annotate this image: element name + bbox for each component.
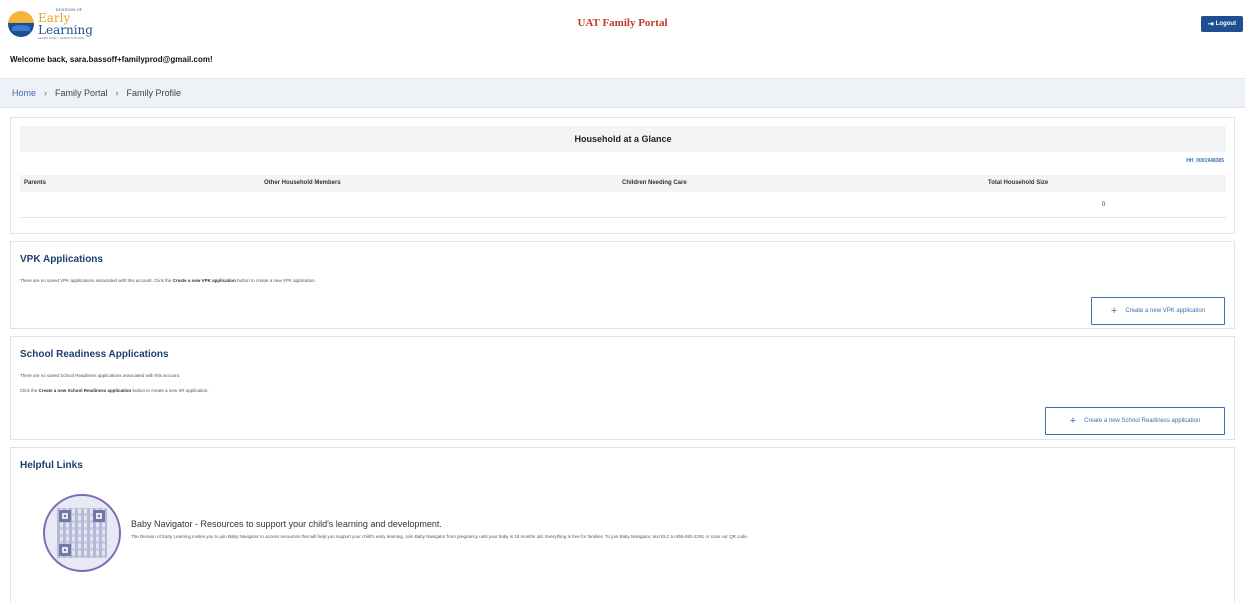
portal-title: UAT Family Portal	[577, 17, 668, 29]
plus-icon: +	[1110, 305, 1118, 317]
create-school-readiness-label: Create a new School Readiness applicatio…	[1084, 418, 1201, 424]
column-children-needing-care: Children Needing Care	[622, 180, 687, 186]
create-vpk-label: Create a new VPK application	[1125, 308, 1206, 314]
value-total-household-size: 0	[1102, 202, 1106, 208]
welcome-message: Welcome back, sara.bassoff+familyprod@gm…	[10, 55, 213, 64]
school-readiness-panel: School Readiness Applications There are …	[10, 336, 1235, 440]
baby-navigator-qr-code	[43, 494, 121, 572]
baby-navigator-description: The Division of Early Learning invites y…	[131, 534, 749, 539]
household-table: Parents Other Household Members Children…	[20, 175, 1226, 218]
household-panel: Household at a Glance HH_0001948385 Pare…	[10, 117, 1235, 234]
column-parents: Parents	[24, 180, 47, 186]
vpk-panel: VPK Applications There are no saved VPK …	[10, 241, 1235, 329]
create-vpk-button[interactable]: + Create a new VPK application	[1091, 297, 1225, 325]
helpful-links-panel: Helpful Links Baby Navigator - Resources…	[10, 447, 1235, 602]
breadcrumb: Home › Family Portal › Family Profile	[0, 78, 1245, 108]
vpk-title: VPK Applications	[20, 254, 103, 265]
household-id: HH_0001948385	[1186, 158, 1224, 164]
breadcrumb-family-portal[interactable]: Family Portal	[55, 88, 108, 98]
vpk-note: There are no saved VPK applications asso…	[20, 278, 316, 283]
sr-note-1: There are no saved School Readiness appl…	[20, 373, 181, 378]
breadcrumb-separator: ›	[115, 88, 119, 98]
column-other-members: Other Household Members	[264, 180, 341, 186]
breadcrumb-home[interactable]: Home	[12, 88, 36, 98]
helpful-links-title: Helpful Links	[20, 460, 83, 471]
household-value-row: 0	[20, 192, 1226, 218]
top-header: DIVISION OF Early Learning LEARN EARLY, …	[0, 0, 1245, 48]
baby-navigator-title[interactable]: Baby Navigator - Resources to support yo…	[131, 519, 442, 529]
breadcrumb-separator: ›	[44, 88, 48, 98]
logout-label: Logout	[1215, 21, 1237, 27]
school-readiness-title: School Readiness Applications	[20, 349, 169, 360]
breadcrumb-family-profile: Family Profile	[126, 88, 182, 98]
create-school-readiness-button[interactable]: + Create a new School Readiness applicat…	[1045, 407, 1225, 435]
household-header-row: Parents Other Household Members Children…	[20, 175, 1226, 192]
household-title: Household at a Glance	[20, 126, 1226, 152]
logout-button[interactable]: ⇥ Logout	[1201, 16, 1243, 32]
plus-icon: +	[1069, 415, 1077, 427]
column-total-household-size: Total Household Size	[988, 180, 1049, 186]
logout-icon: ⇥	[1207, 21, 1214, 28]
sr-note-2: Click the Create a new School Readiness …	[20, 388, 209, 393]
logo-tagline: LEARN EARLY, LEARN FOR LIFE	[38, 36, 85, 40]
